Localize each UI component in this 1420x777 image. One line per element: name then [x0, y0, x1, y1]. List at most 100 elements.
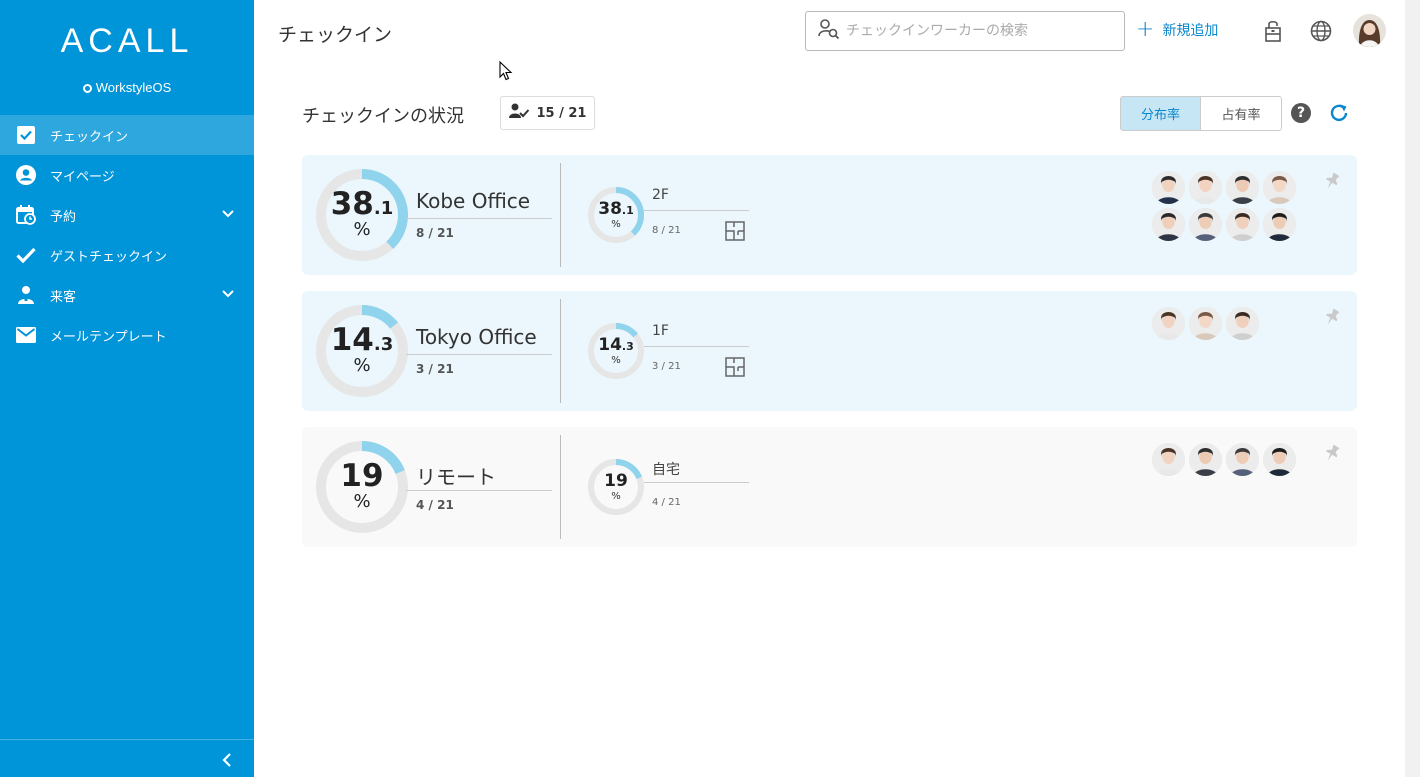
divider	[560, 163, 561, 267]
sidebar-item-label: 来客	[50, 289, 77, 305]
percent-sign: %	[353, 219, 371, 240]
floor-map-icon[interactable]	[725, 357, 745, 381]
user-avatar[interactable]	[1152, 208, 1185, 241]
account-icon	[16, 165, 36, 185]
sidebar: ACALL WorkstyleOS チェックイン マイページ 予約 ゲストチェッ…	[0, 0, 254, 777]
divider	[560, 435, 561, 539]
sidebar-nav: チェックイン マイページ 予約 ゲストチェックイン 来客 メールテンプレート	[0, 115, 254, 355]
checkin-count: 15 / 21	[536, 105, 587, 121]
chevron-left-icon[interactable]	[222, 752, 232, 771]
user-avatar[interactable]	[1263, 443, 1296, 476]
logo-subtitle: WorkstyleOS	[0, 80, 254, 95]
search-box[interactable]	[805, 11, 1125, 51]
location-name[interactable]: Tokyo Office	[416, 325, 537, 349]
help-icon[interactable]: ?	[1291, 103, 1311, 123]
percent-sign: %	[353, 491, 371, 512]
floor-count: 3 / 21	[652, 361, 681, 372]
user-avatar[interactable]	[1226, 208, 1259, 241]
floor-name[interactable]: 自宅	[652, 459, 680, 479]
location-ratio-ring: 14.3%	[316, 305, 408, 397]
scrollbar[interactable]	[1405, 0, 1420, 777]
percent-sign: %	[611, 491, 621, 502]
floor-count: 8 / 21	[652, 225, 681, 236]
add-new-label: 新規追加	[1162, 23, 1219, 39]
user-avatar[interactable]	[1263, 171, 1296, 204]
location-card[interactable]: 14.3% Tokyo Office 3 / 21 14.3% 1F 3 / 21	[302, 291, 1357, 411]
sidebar-item-label: マイページ	[50, 169, 115, 185]
user-avatar[interactable]	[1189, 307, 1222, 340]
floor-ratio-value: 19	[604, 471, 628, 491]
checked-in-users	[1152, 171, 1302, 241]
chevron-down-icon	[222, 287, 234, 302]
sidebar-item-visitor[interactable]: 来客	[0, 275, 254, 315]
globe-icon[interactable]	[1309, 19, 1333, 43]
divider	[406, 218, 552, 219]
checkin-count-badge: 15 / 21	[500, 96, 595, 130]
sidebar-item-guest-checkin[interactable]: ゲストチェックイン	[0, 235, 254, 275]
user-avatar[interactable]	[1189, 208, 1222, 241]
location-card[interactable]: 19% リモート 4 / 21 19% 自宅 4 / 21	[302, 427, 1357, 547]
percent-sign: %	[611, 219, 621, 230]
divider	[644, 210, 749, 211]
user-search-icon	[818, 19, 840, 43]
user-avatar[interactable]	[1152, 443, 1185, 476]
location-name[interactable]: Kobe Office	[416, 189, 530, 213]
user-avatar[interactable]	[1152, 307, 1185, 340]
floor-ratio-value: 38.1	[598, 199, 634, 219]
user-avatar[interactable]	[1226, 307, 1259, 340]
location-count: 4 / 21	[416, 498, 454, 512]
sidebar-item-label: ゲストチェックイン	[50, 249, 168, 265]
search-input[interactable]	[846, 23, 1116, 39]
page-title: チェックイン	[278, 24, 393, 46]
sidebar-item-mail-template[interactable]: メールテンプレート	[0, 315, 254, 355]
location-ratio-ring: 38.1%	[316, 169, 408, 261]
checkin-status-title: チェックインの状況	[302, 106, 464, 127]
sidebar-item-mypage[interactable]: マイページ	[0, 155, 254, 195]
ratio-toggle: 分布率 占有率	[1120, 96, 1282, 131]
checked-in-users	[1152, 443, 1302, 476]
user-avatar[interactable]	[1353, 14, 1386, 47]
locker-icon[interactable]	[1261, 19, 1285, 43]
sidebar-item-label: チェックイン	[50, 129, 129, 145]
floor-ratio-ring: 19%	[588, 459, 644, 515]
chevron-down-icon	[222, 207, 234, 222]
refresh-icon[interactable]	[1328, 102, 1350, 128]
checkbox-icon	[16, 125, 36, 145]
percent-sign: %	[353, 355, 371, 376]
user-avatar[interactable]	[1189, 171, 1222, 204]
location-name[interactable]: リモート	[416, 461, 496, 490]
floor-count: 4 / 21	[652, 497, 681, 508]
user-avatar[interactable]	[1189, 443, 1222, 476]
divider	[644, 346, 749, 347]
pin-icon[interactable]	[1322, 307, 1342, 331]
sidebar-item-label: メールテンプレート	[50, 329, 167, 345]
divider	[406, 354, 552, 355]
sidebar-item-checkin[interactable]: チェックイン	[0, 115, 254, 155]
checked-in-users	[1152, 307, 1302, 340]
user-avatar[interactable]	[1263, 208, 1296, 241]
floor-name[interactable]: 2F	[652, 187, 669, 203]
toggle-occupancy[interactable]: 占有率	[1201, 97, 1281, 130]
toggle-distribution[interactable]: 分布率	[1121, 97, 1201, 130]
visitor-icon	[16, 285, 36, 305]
user-avatar[interactable]	[1226, 443, 1259, 476]
pin-icon[interactable]	[1322, 171, 1342, 195]
mail-icon	[16, 325, 36, 345]
location-count: 8 / 21	[416, 226, 454, 240]
sidebar-footer	[0, 739, 254, 777]
add-new-button[interactable]: + 新規追加	[1136, 19, 1219, 41]
sidebar-item-reservation[interactable]: 予約	[0, 195, 254, 235]
floor-map-icon[interactable]	[725, 221, 745, 245]
location-card[interactable]: 38.1% Kobe Office 8 / 21 38.1% 2F 8 / 21	[302, 155, 1357, 275]
location-count: 3 / 21	[416, 362, 454, 376]
sidebar-item-label: 予約	[50, 209, 77, 225]
floor-name[interactable]: 1F	[652, 323, 669, 339]
location-ratio-ring: 19%	[316, 441, 408, 533]
user-check-icon	[508, 103, 529, 123]
pin-icon[interactable]	[1322, 443, 1342, 467]
user-avatar[interactable]	[1226, 171, 1259, 204]
divider	[406, 490, 552, 491]
floor-ratio-ring: 14.3%	[588, 323, 644, 379]
user-avatar[interactable]	[1152, 171, 1185, 204]
divider	[644, 482, 749, 483]
